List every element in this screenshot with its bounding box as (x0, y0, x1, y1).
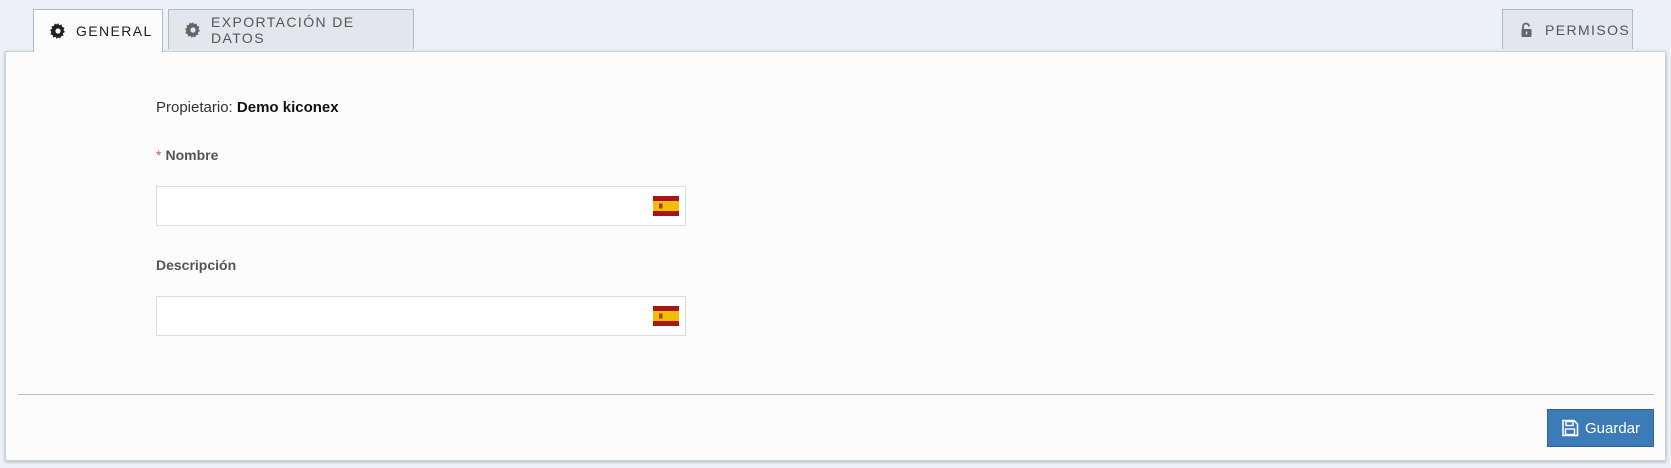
name-input[interactable] (157, 187, 657, 225)
spain-flag-icon[interactable] (653, 196, 679, 216)
tab-data-export-label: EXPORTACIÓN DE DATOS (211, 13, 355, 46)
description-label: Descripción (156, 257, 237, 273)
divider (18, 394, 1654, 395)
gear-icon (185, 21, 201, 38)
owner-line: Propietario: Demo kiconex (156, 99, 339, 116)
tab-general[interactable]: GENERAL (33, 9, 163, 52)
tab-data-export[interactable]: EXPORTACIÓN DE DATOS (168, 9, 414, 49)
floppy-disk-icon (1561, 419, 1579, 437)
save-button-label: Guardar (1584, 419, 1641, 437)
name-field[interactable] (156, 186, 686, 226)
description-input[interactable] (157, 297, 657, 335)
name-label-text: Nombre (165, 147, 219, 163)
gear-icon (50, 23, 66, 39)
unlock-icon (1519, 22, 1535, 38)
owner-label: Propietario: (156, 99, 233, 116)
save-button[interactable]: Guardar (1547, 409, 1654, 447)
owner-value: Demo kiconex (236, 99, 339, 116)
tab-permissions-label: PERMISOS (1545, 21, 1631, 38)
description-field[interactable] (156, 296, 686, 336)
spain-flag-icon[interactable] (653, 306, 679, 326)
tab-general-label: GENERAL (76, 23, 153, 39)
tab-permissions[interactable]: PERMISOS (1502, 9, 1633, 49)
tab-bar: GENERAL EXPORTACIÓN DE DATOS PERMISOS (0, 0, 1671, 52)
general-panel: Propietario: Demo kiconex * Nombre Descri… (5, 51, 1666, 461)
name-label: * Nombre (156, 147, 218, 163)
required-marker: * (156, 147, 162, 163)
